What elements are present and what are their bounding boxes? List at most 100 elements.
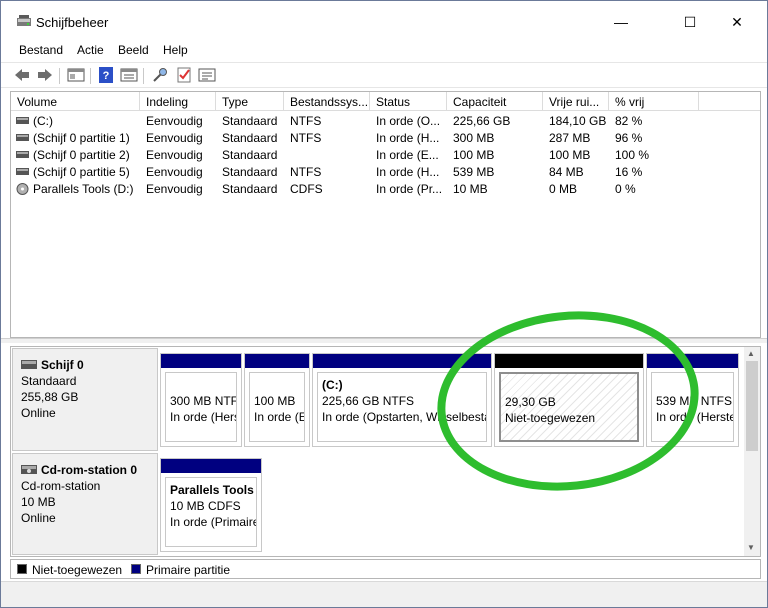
cell-status: In orde (E... xyxy=(376,148,439,162)
cell-filesystem: NTFS xyxy=(290,165,322,179)
cell-filesystem: NTFS xyxy=(290,131,322,145)
disk-0-size: 255,88 GB xyxy=(21,390,79,404)
status-bar xyxy=(1,581,767,607)
unallocated-space[interactable]: 29,30 GB Niet-toegewezen xyxy=(494,353,644,447)
cell-status: In orde (H... xyxy=(376,131,440,145)
scroll-up-icon[interactable]: ▲ xyxy=(747,349,755,358)
table-row[interactable]: Parallels Tools (D:) Eenvoudig Standaard… xyxy=(11,181,760,198)
column-pct-vrij[interactable]: % vrij xyxy=(609,92,699,111)
table-row[interactable]: (Schijf 0 partitie 5) Eenvoudig Standaar… xyxy=(11,164,760,181)
primary-partition-bar xyxy=(161,354,241,368)
table-row[interactable]: (Schijf 0 partitie 2) Eenvoudig Standaar… xyxy=(11,147,760,164)
disk-graphical-view: Schijf 0 Standaard 255,88 GB Online 300 … xyxy=(10,346,761,557)
column-indeling[interactable]: Indeling xyxy=(140,92,216,111)
menu-bestand[interactable]: Bestand xyxy=(19,43,63,57)
cell-capaciteit: 225,66 GB xyxy=(453,114,511,128)
cdrom-0-info[interactable]: Cd-rom-station 0 Cd-rom-station 10 MB On… xyxy=(12,453,158,555)
cell-pct-vrij: 82 % xyxy=(615,114,643,128)
connect-icon[interactable] xyxy=(151,67,169,83)
unallocated-bar xyxy=(495,354,643,368)
cell-indeling: Eenvoudig xyxy=(146,182,203,196)
check-icon[interactable] xyxy=(175,67,193,83)
legend-swatch-unallocated xyxy=(17,564,27,574)
volume-list-header: Volume Indeling Type Bestandssys... Stat… xyxy=(11,92,760,111)
toolbar: ? xyxy=(1,62,767,88)
cell-filesystem: NTFS xyxy=(290,114,322,128)
menu-actie[interactable]: Actie xyxy=(77,43,104,57)
partition-status: In orde (Opstarten, Wisselbesta xyxy=(322,410,487,424)
disk-0-info[interactable]: Schijf 0 Standaard 255,88 GB Online xyxy=(12,348,158,451)
pane-splitter[interactable] xyxy=(1,338,767,343)
primary-partition-bar xyxy=(245,354,309,368)
disk-icon xyxy=(21,360,37,369)
title-bar: Schijfbeheer — ☐ ✕ xyxy=(1,1,767,41)
column-type[interactable]: Type xyxy=(216,92,284,111)
cell-type: Standaard xyxy=(222,148,278,162)
column-vrije-ruimte[interactable]: Vrije rui... xyxy=(543,92,609,111)
scroll-down-icon[interactable]: ▼ xyxy=(747,543,755,552)
partition-disk0-5[interactable]: 539 MB NTFS In orde (Herste xyxy=(646,353,739,447)
disk-management-window: Schijfbeheer — ☐ ✕ Bestand Actie Beeld H… xyxy=(0,0,768,608)
cdrom-0-type: Cd-rom-station xyxy=(21,479,101,493)
volume-list: Volume Indeling Type Bestandssys... Stat… xyxy=(10,91,761,338)
cell-volume: (C:) xyxy=(33,114,53,128)
legend-label-primary: Primaire partitie xyxy=(146,563,231,577)
partition-disk0-1[interactable]: 300 MB NTFS In orde (Hers xyxy=(160,353,242,447)
menu-help[interactable]: Help xyxy=(163,43,188,57)
partition-status: In orde (Herste xyxy=(656,410,734,424)
cell-indeling: Eenvoudig xyxy=(146,148,203,162)
cell-vrije-ruimte: 84 MB xyxy=(549,165,584,179)
cell-pct-vrij: 100 % xyxy=(615,148,650,162)
column-status[interactable]: Status xyxy=(370,92,447,111)
toolbar-separator xyxy=(59,68,60,84)
list-icon[interactable] xyxy=(198,67,216,83)
cell-vrije-ruimte: 184,10 GB xyxy=(549,114,607,128)
cell-vrije-ruimte: 100 MB xyxy=(549,148,591,162)
partition-c[interactable]: (C:) 225,66 GB NTFS In orde (Opstarten, … xyxy=(312,353,492,447)
partition-parallels-tools[interactable]: Parallels Tools 10 MB CDFS In orde (Prim… xyxy=(160,458,262,552)
back-arrow-icon[interactable] xyxy=(13,67,31,83)
primary-partition-bar xyxy=(647,354,738,368)
cell-indeling: Eenvoudig xyxy=(146,165,203,179)
maximize-button[interactable]: ☐ xyxy=(667,7,713,37)
table-row[interactable]: (C:) Eenvoudig Standaard NTFS In orde (O… xyxy=(11,113,760,130)
partition-status: Niet-toegewezen xyxy=(505,411,596,425)
cell-vrije-ruimte: 287 MB xyxy=(549,131,591,145)
cell-type: Standaard xyxy=(222,114,278,128)
cell-capaciteit: 300 MB xyxy=(453,131,495,145)
cell-volume: (Schijf 0 partitie 2) xyxy=(33,148,130,162)
table-row[interactable]: (Schijf 0 partitie 1) Eenvoudig Standaar… xyxy=(11,130,760,147)
column-capaciteit[interactable]: Capaciteit xyxy=(447,92,543,111)
cell-volume: (Schijf 0 partitie 1) xyxy=(33,131,130,145)
settings-list-icon[interactable] xyxy=(120,67,138,83)
partition-content: 539 MB NTFS In orde (Herste xyxy=(651,372,734,442)
disk-0-type: Standaard xyxy=(21,374,77,388)
properties-icon[interactable] xyxy=(67,67,85,83)
partition-status: In orde (Hers xyxy=(170,410,237,424)
menu-beeld[interactable]: Beeld xyxy=(118,43,149,57)
cell-pct-vrij: 0 % xyxy=(615,182,636,196)
close-button[interactable]: ✕ xyxy=(714,7,760,37)
cell-type: Standaard xyxy=(222,131,278,145)
minimize-button[interactable]: — xyxy=(598,7,644,37)
partition-size: 300 MB NTFS xyxy=(170,394,236,408)
toolbar-separator xyxy=(143,68,144,84)
column-bestandssysteem[interactable]: Bestandssys... xyxy=(284,92,370,111)
cdrom-0-name: Cd-rom-station 0 xyxy=(41,463,137,477)
svg-text:?: ? xyxy=(103,70,110,82)
cell-volume: (Schijf 0 partitie 5) xyxy=(33,165,130,179)
partition-disk0-2[interactable]: 100 MB In orde (E xyxy=(244,353,310,447)
help-icon[interactable]: ? xyxy=(97,67,115,83)
cd-drive-icon xyxy=(21,465,37,474)
cell-status: In orde (O... xyxy=(376,114,441,128)
disk-0-name-row: Schijf 0 xyxy=(21,357,157,373)
disk-0-name: Schijf 0 xyxy=(41,358,84,372)
vertical-scrollbar[interactable]: ▲ ▼ xyxy=(744,347,760,556)
scrollbar-thumb[interactable] xyxy=(746,361,758,451)
partition-content: 300 MB NTFS In orde (Hers xyxy=(165,372,237,442)
forward-arrow-icon[interactable] xyxy=(36,67,54,83)
partition-size: 539 MB NTFS xyxy=(656,394,733,408)
partition-size: 100 MB xyxy=(254,394,296,408)
partition-title: (C:) xyxy=(322,378,343,392)
column-volume[interactable]: Volume xyxy=(11,92,140,111)
